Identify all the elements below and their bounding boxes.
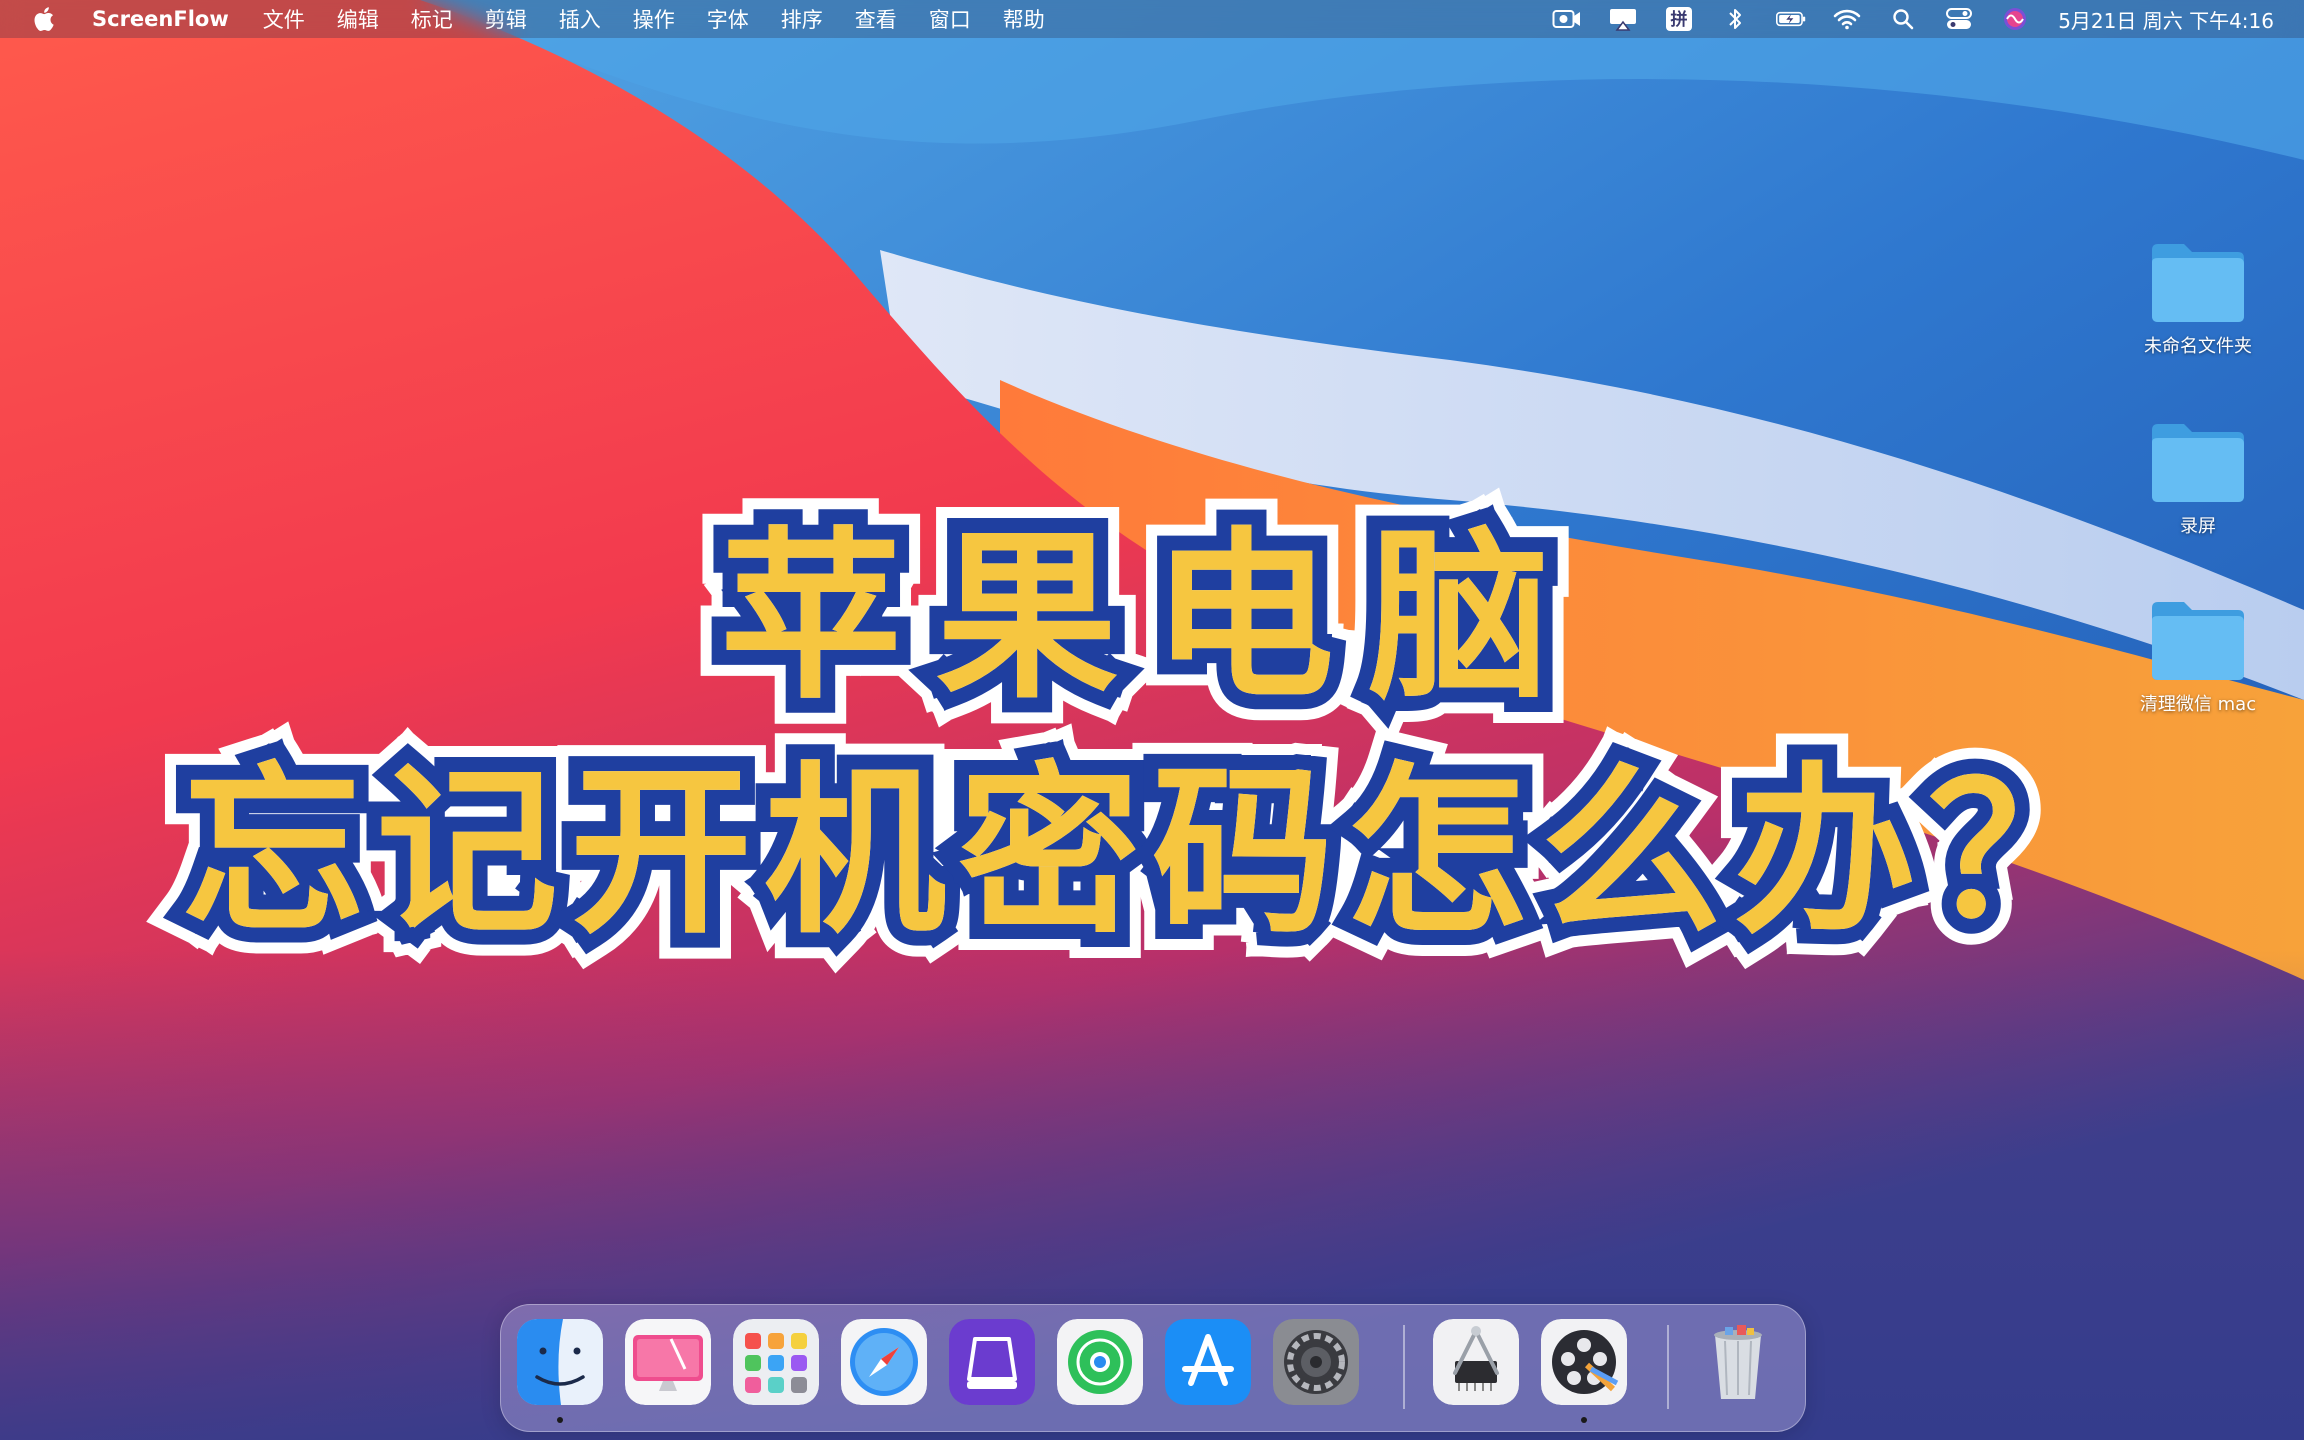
finder-running-indicator bbox=[557, 1417, 563, 1423]
dock-separator bbox=[1403, 1325, 1405, 1409]
menu-clock[interactable]: 5月21日 周六 下午4:16 bbox=[2058, 5, 2274, 34]
menu-font[interactable]: 字体 bbox=[707, 4, 749, 34]
headline-line1: 苹果电脑 bbox=[705, 496, 1584, 738]
app-store-icon[interactable] bbox=[1165, 1319, 1251, 1405]
screenflow-running-indicator bbox=[1581, 1417, 1587, 1423]
safari-icon[interactable] bbox=[841, 1319, 927, 1405]
find-my-icon[interactable] bbox=[1057, 1319, 1143, 1405]
siri-icon[interactable] bbox=[2000, 6, 2030, 32]
airplay-icon[interactable] bbox=[1608, 6, 1638, 32]
folder-icon bbox=[2152, 244, 2244, 322]
menu-bar: ScreenFlow 文件 编辑 标记 剪辑 插入 操作 字体 排序 查看 窗口… bbox=[0, 0, 2304, 38]
dock-separator bbox=[1667, 1325, 1669, 1409]
screenflow-icon[interactable] bbox=[1541, 1319, 1627, 1405]
input-method-label: 拼 bbox=[1671, 9, 1688, 30]
bluetooth-icon[interactable] bbox=[1720, 6, 1750, 32]
input-method-icon[interactable]: 拼 bbox=[1664, 6, 1694, 32]
control-center-icon[interactable] bbox=[1944, 6, 1974, 32]
menu-arrange[interactable]: 排序 bbox=[781, 4, 823, 34]
menu-mark[interactable]: 标记 bbox=[411, 4, 453, 34]
menu-file[interactable]: 文件 bbox=[263, 4, 305, 34]
battery-icon[interactable] bbox=[1776, 6, 1806, 32]
spotlight-search-icon[interactable] bbox=[1888, 6, 1918, 32]
menu-clip[interactable]: 剪辑 bbox=[485, 4, 527, 34]
ssd-utility-icon[interactable] bbox=[949, 1319, 1035, 1405]
system-information-icon[interactable] bbox=[1433, 1319, 1519, 1405]
desktop-folder-untitled[interactable]: 未命名文件夹 bbox=[2118, 240, 2278, 358]
system-preferences-icon[interactable] bbox=[1273, 1319, 1359, 1405]
desktop-item-label: 未命名文件夹 bbox=[2144, 336, 2252, 357]
menu-app-name[interactable]: ScreenFlow bbox=[92, 7, 229, 31]
trash-icon[interactable] bbox=[1695, 1319, 1781, 1405]
finder-icon[interactable] bbox=[517, 1319, 603, 1405]
menu-edit[interactable]: 编辑 bbox=[337, 4, 379, 34]
apple-menu-icon[interactable] bbox=[34, 5, 58, 33]
menu-window[interactable]: 窗口 bbox=[929, 4, 971, 34]
cleanmymac-icon[interactable] bbox=[625, 1319, 711, 1405]
launchpad-icon[interactable] bbox=[733, 1319, 819, 1405]
menu-action[interactable]: 操作 bbox=[633, 4, 675, 34]
menu-view[interactable]: 查看 bbox=[855, 4, 897, 34]
headline-line2: 忘记开机密码怎么办？ bbox=[167, 731, 2125, 973]
wifi-icon[interactable] bbox=[1832, 6, 1862, 32]
menu-help[interactable]: 帮助 bbox=[1003, 4, 1045, 34]
menu-insert[interactable]: 插入 bbox=[559, 4, 601, 34]
screen-record-icon[interactable] bbox=[1552, 6, 1582, 32]
dock bbox=[500, 1304, 1806, 1432]
